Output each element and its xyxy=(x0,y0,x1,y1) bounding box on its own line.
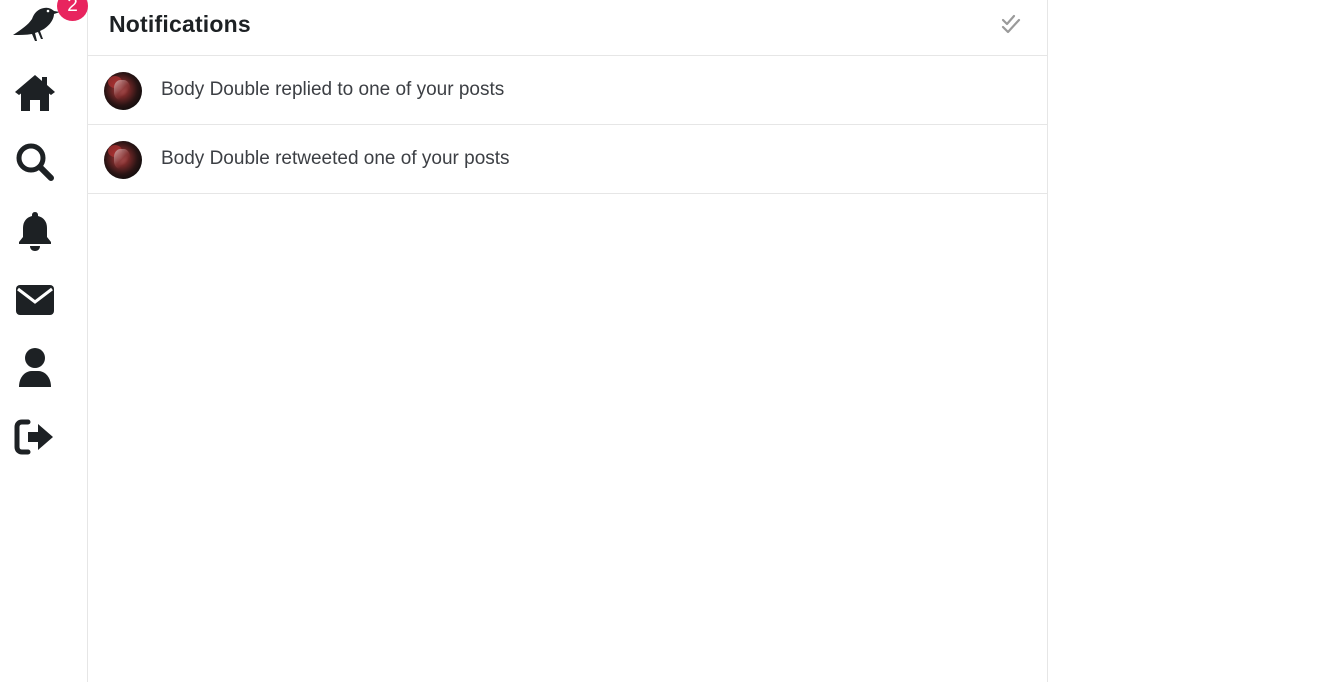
avatar[interactable] xyxy=(104,141,142,179)
home-icon xyxy=(15,75,55,111)
page-title: Notifications xyxy=(109,11,251,37)
notification-text: Body Double retweeted one of your posts xyxy=(161,148,510,169)
sidebar-item-logout[interactable] xyxy=(0,414,70,460)
bell-icon xyxy=(19,212,51,251)
avatar[interactable] xyxy=(104,72,142,110)
double-check-icon xyxy=(1001,14,1021,34)
envelope-icon xyxy=(16,285,54,315)
mark-all-read-button[interactable] xyxy=(1000,14,1022,36)
page-header: Notifications xyxy=(88,0,1047,56)
sidebar: 2 xyxy=(0,0,88,682)
crow-icon xyxy=(13,7,60,42)
sidebar-item-home[interactable] xyxy=(0,70,70,116)
user-icon xyxy=(19,348,51,387)
sidebar-item-search[interactable] xyxy=(0,139,70,185)
sidebar-item-notifications[interactable] xyxy=(0,208,70,254)
logo-link[interactable]: 2 xyxy=(0,0,88,46)
notification-text: Body Double replied to one of your posts xyxy=(161,79,505,100)
sidebar-item-profile[interactable] xyxy=(0,345,70,391)
logout-icon xyxy=(14,419,53,455)
main-column: Notifications Body Double replied to one… xyxy=(88,0,1048,682)
notification-item[interactable]: Body Double replied to one of your posts xyxy=(88,56,1047,125)
notification-count-badge: 2 xyxy=(57,0,88,21)
sidebar-item-messages[interactable] xyxy=(0,277,70,323)
search-icon xyxy=(16,143,54,181)
app: 2 Notifications Body Double replied to o… xyxy=(0,0,1341,682)
notification-item[interactable]: Body Double retweeted one of your posts xyxy=(88,125,1047,194)
